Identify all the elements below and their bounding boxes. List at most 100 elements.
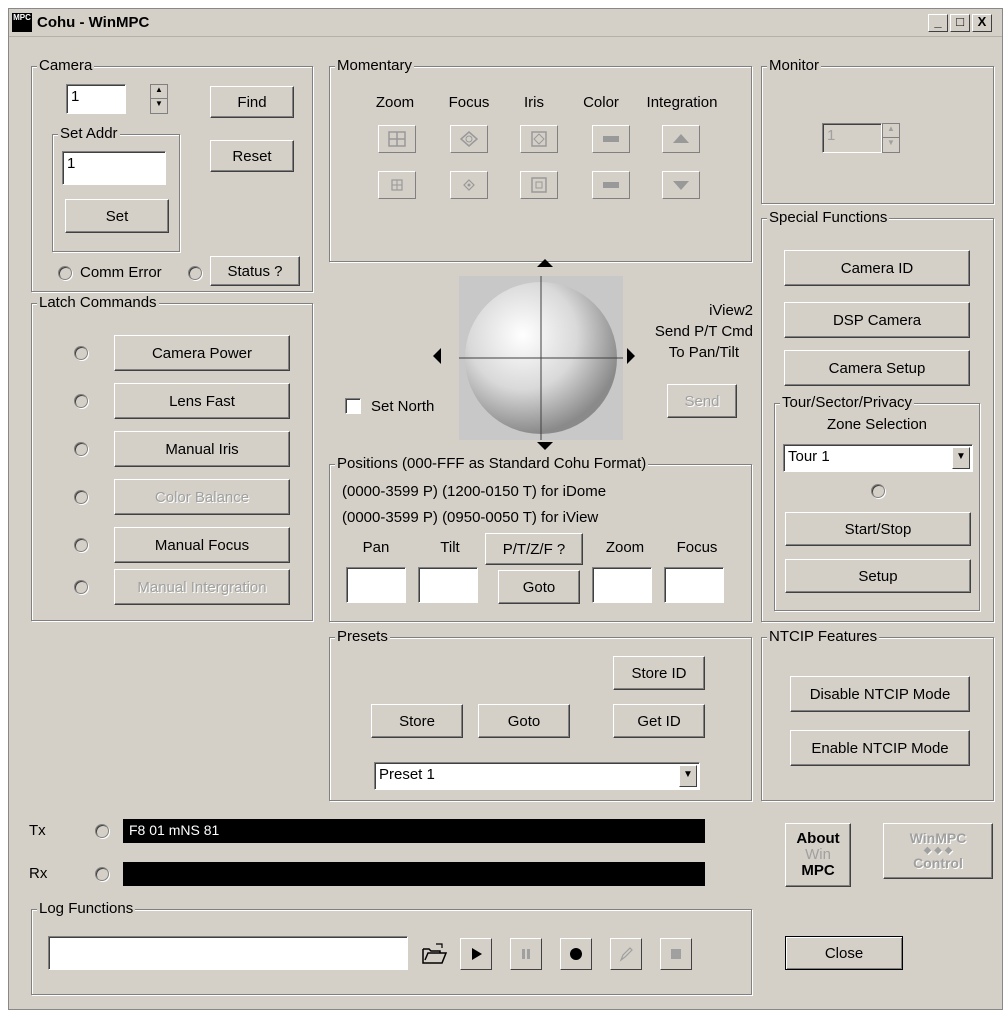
pan-tilt-joystick[interactable] xyxy=(459,276,623,440)
log-pause-button[interactable] xyxy=(510,938,542,970)
preset-select[interactable]: Preset 1 ▼ xyxy=(374,762,700,790)
pan-input[interactable] xyxy=(346,567,406,603)
color-up-button[interactable] xyxy=(592,125,630,153)
set-north-checkbox[interactable] xyxy=(345,398,361,414)
manual-focus-indicator xyxy=(74,538,88,552)
spin-up-icon[interactable]: ▲ xyxy=(151,85,167,99)
camera-power-button[interactable]: Camera Power xyxy=(114,335,290,371)
focus-label: Focus xyxy=(448,94,490,111)
store-id-button[interactable]: Store ID xyxy=(613,656,705,690)
disable-ntcip-button[interactable]: Disable NTCIP Mode xyxy=(790,676,970,712)
set-addr-input[interactable]: 1 xyxy=(62,151,166,185)
tx-indicator xyxy=(95,824,109,838)
store-preset-button[interactable]: Store xyxy=(371,704,463,738)
close-window-button[interactable]: X xyxy=(972,14,992,32)
tour-sector-privacy-group: Tour/Sector/Privacy Zone Selection Tour … xyxy=(774,394,980,611)
integration-down-button[interactable] xyxy=(662,171,700,199)
comm-error-indicator xyxy=(58,266,72,280)
color-balance-indicator xyxy=(74,490,88,504)
rx-indicator xyxy=(95,867,109,881)
goto-preset-button[interactable]: Goto xyxy=(478,704,570,738)
tx-label: Tx xyxy=(29,822,46,839)
close-button[interactable]: Close xyxy=(785,936,903,970)
focus-near-button[interactable] xyxy=(450,125,488,153)
minimize-button[interactable]: _ xyxy=(928,14,948,32)
iris-close-button[interactable] xyxy=(520,171,558,199)
goto-position-button[interactable]: Goto xyxy=(498,570,580,604)
log-functions-group: Log Functions xyxy=(31,900,752,995)
winmpc-control-line2: Control xyxy=(913,855,963,871)
chevron-down-icon[interactable]: ▼ xyxy=(679,765,697,787)
monitor-group: Monitor 1 ▲ ▼ xyxy=(761,57,994,204)
rx-label: Rx xyxy=(29,865,48,882)
chevron-down-icon[interactable]: ▼ xyxy=(952,447,970,469)
monitor-input[interactable]: 1 xyxy=(822,123,882,153)
integration-up-button[interactable] xyxy=(662,125,700,153)
manual-integration-button[interactable]: Manual Intergration xyxy=(114,569,290,605)
iview-range-text: (0000-3599 P) (0950-0050 T) for iView xyxy=(342,509,599,526)
start-stop-button[interactable]: Start/Stop xyxy=(785,512,971,546)
camera-address-input[interactable]: 1 xyxy=(66,84,126,114)
tilt-label: Tilt xyxy=(440,539,460,556)
app-window: MPC Cohu - WinMPC _ □ X Camera 1 ▲ ▼ Find… xyxy=(8,8,1003,1010)
zoom-in-button[interactable] xyxy=(378,125,416,153)
get-id-button[interactable]: Get ID xyxy=(613,704,705,738)
positions-group: Positions (000-FFF as Standard Cohu Form… xyxy=(329,455,752,622)
set-north-label: Set North xyxy=(371,398,435,415)
title-bar: MPC Cohu - WinMPC _ □ X xyxy=(9,9,1002,37)
iris-close-icon xyxy=(531,177,547,193)
find-button[interactable]: Find xyxy=(210,86,294,118)
color-down-button[interactable] xyxy=(592,171,630,199)
ntcip-features-group: NTCIP Features Disable NTCIP Mode Enable… xyxy=(761,628,994,801)
dsp-camera-button[interactable]: DSP Camera xyxy=(784,302,970,338)
camera-address-spinner[interactable]: ▲ ▼ xyxy=(150,84,168,114)
winmpc-control-button[interactable]: WinMPC ◆ ◆ ◆ Control xyxy=(883,823,993,879)
spin-up-icon[interactable]: ▲ xyxy=(883,124,899,138)
log-file-input[interactable] xyxy=(48,936,408,970)
send-button[interactable]: Send xyxy=(667,384,737,418)
camera-group: Camera 1 ▲ ▼ Find Reset Set Addr 1 Set Co… xyxy=(31,57,313,292)
camera-setup-button[interactable]: Camera Setup xyxy=(784,350,970,386)
setup-button[interactable]: Setup xyxy=(785,559,971,593)
spin-down-icon[interactable]: ▼ xyxy=(151,99,167,113)
manual-focus-button[interactable]: Manual Focus xyxy=(114,527,290,563)
focus-far-button[interactable] xyxy=(450,171,488,199)
maximize-button[interactable]: □ xyxy=(950,14,970,32)
record-icon xyxy=(570,948,582,960)
manual-iris-button[interactable]: Manual Iris xyxy=(114,431,290,467)
integration-label: Integration xyxy=(646,94,718,111)
pan-left-arrow-icon[interactable] xyxy=(433,348,441,364)
triangle-down-icon xyxy=(673,181,689,190)
tilt-down-arrow-icon[interactable] xyxy=(537,442,553,450)
status-button[interactable]: Status ? xyxy=(210,256,300,286)
lens-fast-button[interactable]: Lens Fast xyxy=(114,383,290,419)
log-stop-button[interactable] xyxy=(660,938,692,970)
winmpc-control-line1: WinMPC xyxy=(909,830,967,846)
ptzf-query-button[interactable]: P/T/Z/F ? xyxy=(485,533,583,565)
tilt-up-arrow-icon[interactable] xyxy=(537,259,553,267)
comm-error-label: Comm Error xyxy=(80,264,162,281)
iris-open-button[interactable] xyxy=(520,125,558,153)
iris-open-icon xyxy=(531,131,547,147)
enable-ntcip-button[interactable]: Enable NTCIP Mode xyxy=(790,730,970,766)
tilt-input[interactable] xyxy=(418,567,478,603)
pan-label: Pan xyxy=(362,539,390,556)
log-play-button[interactable] xyxy=(460,938,492,970)
focus-input[interactable] xyxy=(664,567,724,603)
color-balance-button[interactable]: Color Balance xyxy=(114,479,290,515)
reset-button[interactable]: Reset xyxy=(210,140,294,172)
log-record-button[interactable] xyxy=(560,938,592,970)
zoom-out-button[interactable] xyxy=(378,171,416,199)
play-icon xyxy=(472,948,482,960)
open-folder-icon[interactable] xyxy=(420,940,448,968)
set-button[interactable]: Set xyxy=(65,199,169,233)
zoom-wide-icon xyxy=(388,131,406,147)
spin-down-icon[interactable]: ▼ xyxy=(883,138,899,152)
camera-id-button[interactable]: Camera ID xyxy=(784,250,970,286)
monitor-spinner[interactable]: ▲ ▼ xyxy=(882,123,900,153)
zone-select[interactable]: Tour 1 ▼ xyxy=(783,444,973,472)
log-edit-button[interactable] xyxy=(610,938,642,970)
zoom-position-label: Zoom xyxy=(605,539,645,556)
about-button[interactable]: About Win MPC xyxy=(785,823,851,887)
zoom-input[interactable] xyxy=(592,567,652,603)
